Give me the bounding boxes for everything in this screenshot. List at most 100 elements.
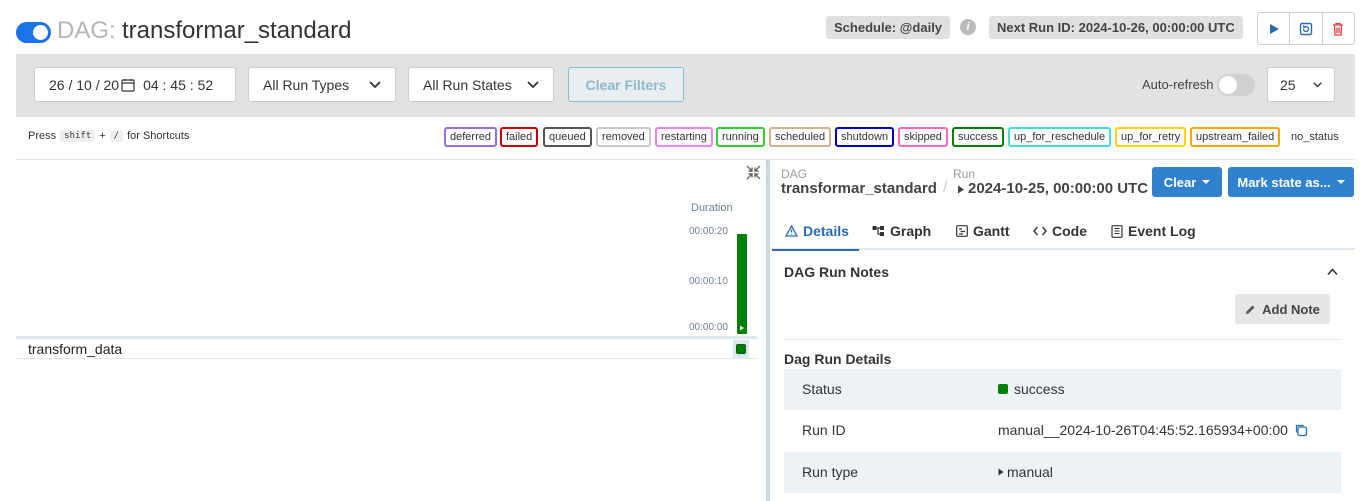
page-size-select[interactable]: 25 xyxy=(1267,67,1335,102)
duration-tick: 00:00:00 xyxy=(689,322,728,333)
add-note-button[interactable]: Add Note xyxy=(1235,294,1330,324)
tab-details-label: Details xyxy=(803,222,849,239)
info-icon[interactable]: i xyxy=(960,19,976,35)
tab-code[interactable]: Code xyxy=(1033,212,1087,250)
row-value: manual xyxy=(998,464,1053,480)
chevron-down-icon xyxy=(1313,81,1322,87)
legend-failed[interactable]: failed xyxy=(500,127,539,147)
log-icon xyxy=(1111,224,1123,238)
date-value: 26 / 10 / 20 xyxy=(49,76,120,93)
pencil-icon xyxy=(1246,305,1255,314)
legend-up-for-retry[interactable]: up_for_retry xyxy=(1115,127,1187,147)
breadcrumb-dag-id[interactable]: transformar_standard xyxy=(781,180,937,197)
tab-details[interactable]: Details xyxy=(772,212,859,251)
time-value: 04 : 45 : 52 xyxy=(143,76,214,93)
mark-state-button[interactable]: Mark state as... xyxy=(1228,167,1354,197)
clear-filters-button[interactable]: Clear Filters xyxy=(568,67,684,102)
tab-code-label: Code xyxy=(1052,223,1087,239)
details-row-run-type: Run type manual xyxy=(784,452,1341,493)
page-header: DAG: transformar_standard Schedule: @dai… xyxy=(0,0,1368,56)
auto-refresh-toggle[interactable] xyxy=(1217,74,1255,96)
page-size-value: 25 xyxy=(1280,76,1296,93)
tab-event-log[interactable]: Event Log xyxy=(1111,212,1196,250)
tab-graph-label: Graph xyxy=(890,223,932,239)
run-types-select[interactable]: All Run Types xyxy=(248,67,396,102)
duration-tick: 00:00:20 xyxy=(689,226,728,237)
run-states-select[interactable]: All Run States xyxy=(408,67,554,102)
execution-date-input[interactable]: 26 / 10 / 20 04 : 45 : 52 xyxy=(34,67,236,102)
duration-tick: 00:00:10 xyxy=(689,276,728,287)
add-note-label: Add Note xyxy=(1262,301,1320,317)
breadcrumb-run-label: Run xyxy=(953,167,976,181)
run-duration-bar[interactable] xyxy=(737,234,747,334)
run-states-value: All Run States xyxy=(423,76,512,93)
shortcut-suffix: for Shortcuts xyxy=(127,130,190,142)
legend-up-for-reschedule[interactable]: up_for_reschedule xyxy=(1008,127,1112,147)
dag-run-details-title: Dag Run Details xyxy=(784,351,892,367)
legend-removed[interactable]: removed xyxy=(596,127,651,147)
legend-upstream-failed[interactable]: upstream_failed xyxy=(1190,127,1281,147)
breadcrumb-run-id[interactable]: 2024-10-25, 00:00:00 UTC xyxy=(968,180,1148,197)
legend-restarting[interactable]: restarting xyxy=(655,127,713,147)
calendar-icon[interactable] xyxy=(121,78,135,92)
legend-skipped[interactable]: skipped xyxy=(898,127,948,147)
panel-resize-handle[interactable] xyxy=(766,160,770,501)
row-key: Status xyxy=(802,381,842,397)
breadcrumb-separator: / xyxy=(943,179,948,196)
run-types-value: All Run Types xyxy=(263,76,350,93)
mark-state-label: Mark state as... xyxy=(1237,174,1331,190)
play-icon xyxy=(958,185,964,194)
auto-refresh-label: Auto-refresh xyxy=(1142,77,1214,92)
code-icon xyxy=(1033,226,1047,236)
reparse-icon xyxy=(1299,22,1313,35)
tab-graph[interactable]: Graph xyxy=(872,212,931,250)
divider xyxy=(16,159,1355,160)
breadcrumb-dag-label: DAG xyxy=(781,167,808,181)
tab-gantt[interactable]: Gantt xyxy=(956,212,1010,250)
gantt-icon xyxy=(956,225,968,237)
copy-icon[interactable] xyxy=(1294,423,1308,437)
task-name[interactable]: transform_data xyxy=(28,341,122,357)
reparse-dag-button[interactable] xyxy=(1290,13,1323,44)
delete-dag-button[interactable] xyxy=(1323,13,1354,44)
graph-icon xyxy=(872,226,884,236)
legend-queued[interactable]: queued xyxy=(543,127,592,147)
run-type-value: manual xyxy=(1007,464,1053,480)
caret-down-icon xyxy=(1202,180,1211,184)
shortcut-key-slash: / xyxy=(109,130,124,142)
play-icon xyxy=(740,325,744,331)
shortcut-press: Press xyxy=(28,130,57,142)
legend-deferred[interactable]: deferred xyxy=(444,127,497,147)
run-id-value: manual__2024-10-26T04:45:52.165934+00:00 xyxy=(998,422,1288,438)
dag-prefix: DAG: xyxy=(57,17,116,44)
trigger-dag-button[interactable] xyxy=(1258,13,1291,44)
chevron-up-icon[interactable] xyxy=(1327,268,1338,276)
dag-run-notes-title: DAG Run Notes xyxy=(784,264,889,280)
dag-title: transformar_standard xyxy=(122,17,352,44)
chevron-down-icon xyxy=(527,80,539,88)
legend-success[interactable]: success xyxy=(952,127,1004,147)
dag-pause-toggle[interactable] xyxy=(16,22,51,43)
chevron-down-icon xyxy=(369,80,381,88)
next-run-badge: Next Run ID: 2024-10-26, 00:00:00 UTC xyxy=(989,16,1243,39)
schedule-badge[interactable]: Schedule: @daily xyxy=(826,16,951,39)
detail-tabs: Details Graph Gantt Code Event Log xyxy=(772,212,1355,251)
legend-no-status[interactable]: no_status xyxy=(1285,127,1345,147)
divider xyxy=(784,339,1341,340)
legend-running[interactable]: running xyxy=(716,127,765,147)
shortcut-plus: + xyxy=(99,130,106,142)
shortcut-hint: Press shift + / for Shortcuts xyxy=(28,130,189,142)
task-instance-cell[interactable] xyxy=(733,340,749,358)
legend-scheduled[interactable]: scheduled xyxy=(769,127,832,147)
row-key: Run type xyxy=(802,464,859,480)
collapse-icon[interactable] xyxy=(746,165,761,180)
status-value: success xyxy=(1014,381,1065,397)
task-row[interactable]: transform_data xyxy=(16,340,757,359)
legend-shutdown[interactable]: shutdown xyxy=(835,127,895,147)
tab-event-log-label: Event Log xyxy=(1128,223,1196,239)
shortcut-key-shift: shift xyxy=(60,130,96,142)
play-icon xyxy=(998,468,1004,476)
trash-icon xyxy=(1333,22,1344,36)
selected-run-band xyxy=(16,336,757,339)
clear-run-button[interactable]: Clear xyxy=(1152,167,1222,197)
